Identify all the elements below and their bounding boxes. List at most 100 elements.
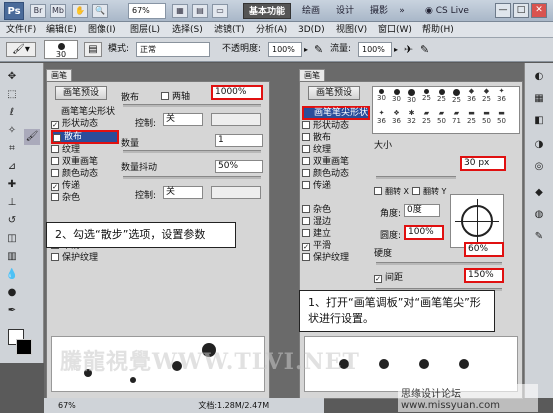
checkbox-icon[interactable]: [51, 253, 59, 261]
angle-roundness-preview[interactable]: [450, 194, 504, 248]
brush-tip-cell[interactable]: 25: [419, 88, 434, 104]
flip-x-option[interactable]: 翻转 X: [374, 186, 409, 197]
history-brush-icon[interactable]: ↺: [4, 213, 20, 229]
count-input[interactable]: 1: [215, 134, 263, 147]
opacity-input[interactable]: 100%: [268, 42, 302, 57]
minibridge-icon[interactable]: Mb: [50, 4, 66, 18]
left-item-noise[interactable]: 杂色: [51, 192, 119, 204]
brush-tip-cell[interactable]: ▰ 71: [449, 110, 464, 126]
checkbox-icon[interactable]: [302, 217, 310, 225]
menu-filter[interactable]: 滤镜(T): [214, 22, 245, 38]
left-item-tip-shape[interactable]: 画笔笔尖形状: [51, 106, 119, 118]
right-item-shape-dynamics[interactable]: 形状动态: [302, 120, 370, 132]
count-jitter-input[interactable]: 50%: [215, 160, 263, 173]
zoom-tool-icon[interactable]: 🔍: [92, 4, 108, 18]
brush-tip-cell[interactable]: 30: [389, 88, 404, 104]
brush-tip-cell[interactable]: 30: [374, 88, 389, 104]
size-slider[interactable]: [376, 176, 456, 179]
tablet-opacity-icon[interactable]: ✎: [314, 42, 323, 57]
checkbox-icon[interactable]: [302, 169, 310, 177]
right-item-tip-shape[interactable]: 画笔笔尖形状: [302, 106, 370, 120]
right-item-transfer[interactable]: 传递: [302, 180, 370, 192]
airbrush-icon[interactable]: ✈: [404, 42, 413, 57]
menu-view[interactable]: 视图(V): [336, 22, 367, 38]
flow-input[interactable]: 100%: [358, 42, 392, 57]
left-item-transfer[interactable]: ✓ 传递: [51, 180, 119, 192]
right-item-protect-texture[interactable]: 保护纹理: [302, 252, 370, 264]
clone-stamp-icon[interactable]: ⊥: [4, 195, 20, 211]
checkbox-icon[interactable]: [51, 157, 59, 165]
masks-panel-icon[interactable]: ◎: [531, 159, 547, 175]
flow-dropdown-icon[interactable]: ▸: [394, 42, 398, 57]
color-panel-icon[interactable]: ◐: [531, 69, 547, 85]
scatter-slider[interactable]: [123, 104, 261, 107]
brush-tip-cell[interactable]: ✱ 32: [404, 110, 419, 126]
spacing-input[interactable]: 150%: [464, 268, 504, 283]
hardness-input[interactable]: 60%: [464, 242, 504, 257]
menu-layer[interactable]: 图层(L): [130, 22, 160, 38]
adjustments-panel-icon[interactable]: ◑: [531, 137, 547, 153]
screen-mode-icon[interactable]: ▭: [212, 4, 228, 18]
swatches-panel-icon[interactable]: ▦: [531, 91, 547, 107]
checkbox-icon[interactable]: ✓: [374, 275, 382, 283]
checkbox-icon[interactable]: [161, 92, 169, 100]
checkbox-icon[interactable]: [302, 133, 310, 141]
right-item-dual-brush[interactable]: 双重画笔: [302, 156, 370, 168]
checkbox-icon[interactable]: ✓: [51, 183, 59, 191]
checkbox-icon[interactable]: ✓: [302, 243, 310, 251]
left-brush-preset-button[interactable]: 画笔预设: [55, 86, 107, 100]
view-extras-icon[interactable]: ▦: [172, 4, 188, 18]
brush-panel-toggle-icon[interactable]: ▤: [84, 42, 102, 57]
control2-select[interactable]: 关: [163, 186, 203, 199]
left-item-protect-texture[interactable]: 保护纹理: [51, 252, 119, 264]
right-item-color-dynamics[interactable]: 颜色动态: [302, 168, 370, 180]
checkbox-icon[interactable]: [374, 187, 382, 195]
left-item-texture[interactable]: 纹理: [51, 144, 119, 156]
right-item-noise[interactable]: 杂色: [302, 204, 370, 216]
menu-help[interactable]: 帮助(H): [422, 22, 454, 38]
eyedropper-icon[interactable]: ⊿: [4, 159, 20, 175]
channels-panel-icon[interactable]: ◍: [531, 207, 547, 223]
checkbox-icon[interactable]: ✓: [53, 134, 61, 142]
more-workspaces-button[interactable]: »: [396, 3, 408, 19]
right-item-wet-edges[interactable]: 湿边: [302, 216, 370, 228]
count-jitter-slider[interactable]: [123, 176, 261, 179]
menu-file[interactable]: 文件(F): [6, 22, 36, 38]
size-input[interactable]: 30 px: [460, 156, 506, 171]
brush-tool-icon[interactable]: 🖌: [24, 129, 40, 145]
right-item-build-up[interactable]: 建立: [302, 228, 370, 240]
checkbox-icon[interactable]: [302, 205, 310, 213]
right-item-texture[interactable]: 纹理: [302, 144, 370, 156]
checkbox-icon[interactable]: [302, 181, 310, 189]
right-item-smoothing[interactable]: ✓ 平滑: [302, 240, 370, 252]
spacing-option[interactable]: ✓ 间距: [374, 270, 403, 283]
checkbox-icon[interactable]: [302, 121, 310, 129]
checkbox-icon[interactable]: [51, 145, 59, 153]
brush-tip-cell[interactable]: ✦ 36: [494, 88, 509, 104]
dodge-tool-icon[interactable]: ●: [4, 285, 20, 301]
brush-tip-cell[interactable]: ❖ 36: [389, 110, 404, 126]
brush-tip-cell[interactable]: ▰ 50: [434, 110, 449, 126]
bridge-icon[interactable]: Br: [30, 4, 46, 18]
workspace-design[interactable]: 设计: [330, 3, 360, 19]
healing-brush-icon[interactable]: ✚: [4, 177, 20, 193]
menu-edit[interactable]: 编辑(E): [46, 22, 77, 38]
brush-tip-grid[interactable]: 30 30 30 25 25 25 ◆ 36 ◆ 25 ✦ 36 ✦ 36 ❖ 36 ✱ 3…: [372, 86, 520, 134]
left-brush-panel-tab[interactable]: 画笔: [46, 69, 72, 81]
checkbox-icon[interactable]: [302, 157, 310, 165]
blur-tool-icon[interactable]: 💧: [4, 267, 20, 283]
menu-3d[interactable]: 3D(D): [298, 22, 325, 38]
brush-tip-cell[interactable]: ◆ 25: [479, 88, 494, 104]
gradient-icon[interactable]: ▥: [4, 249, 20, 265]
checkbox-icon[interactable]: [302, 229, 310, 237]
hand-tool-icon[interactable]: ✋: [72, 4, 88, 18]
maximize-button[interactable]: □: [513, 3, 529, 18]
brush-tip-cell[interactable]: 25: [434, 88, 449, 104]
workspace-photography[interactable]: 摄影: [364, 3, 394, 19]
move-tool-icon[interactable]: ✥: [4, 69, 20, 85]
checkbox-icon[interactable]: [51, 193, 59, 201]
checkbox-icon[interactable]: [51, 169, 59, 177]
eraser-icon[interactable]: ◫: [4, 231, 20, 247]
checkbox-icon[interactable]: ✓: [51, 121, 59, 129]
styles-panel-icon[interactable]: ◧: [531, 113, 547, 129]
